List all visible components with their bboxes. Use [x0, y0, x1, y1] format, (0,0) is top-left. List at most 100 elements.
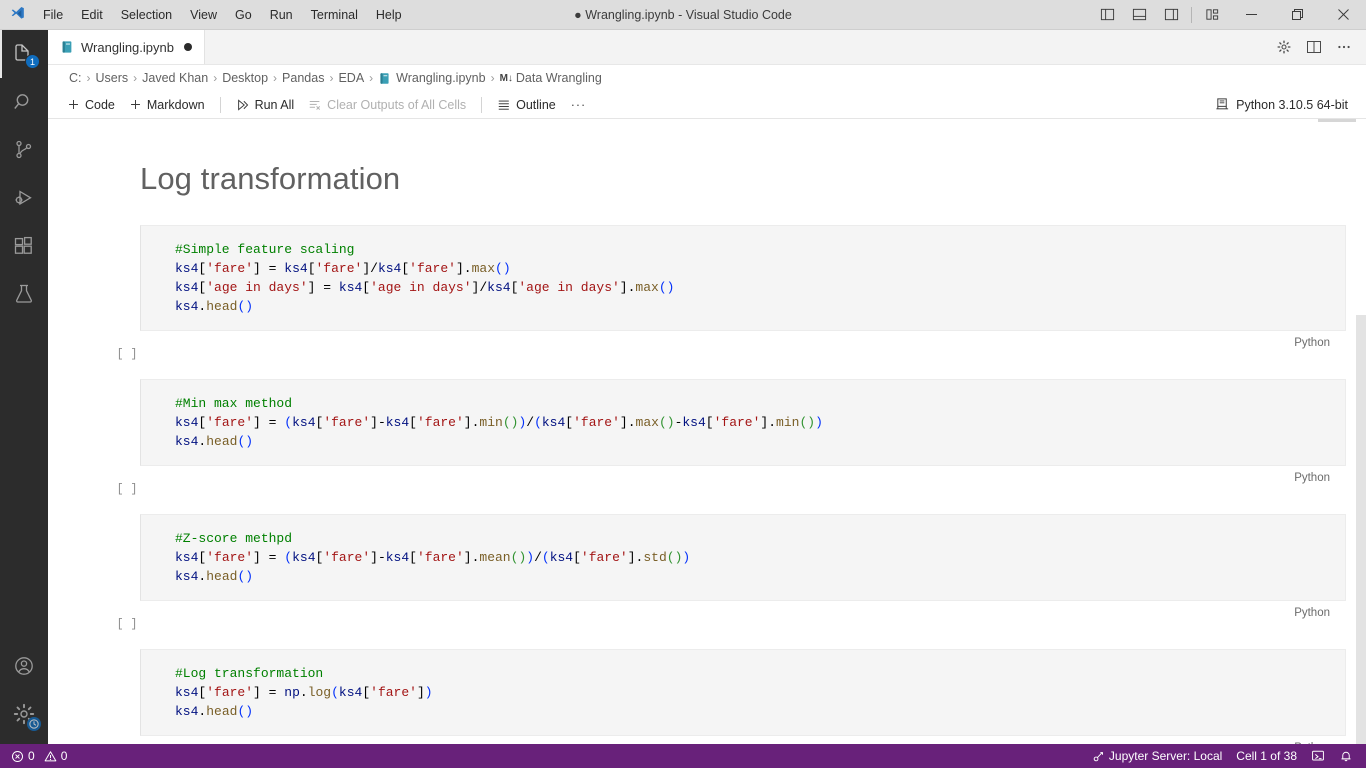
- breadcrumb-item-5[interactable]: EDA: [335, 71, 367, 85]
- error-icon: [11, 750, 24, 763]
- breadcrumb-item-1[interactable]: Users: [93, 71, 132, 85]
- toggle-primary-sidebar-icon[interactable]: [1091, 0, 1123, 30]
- vertical-scrollbar[interactable]: [1352, 119, 1366, 744]
- beaker-icon: [16, 284, 32, 303]
- add-markdown-cell-button[interactable]: Markdown: [122, 96, 212, 114]
- breadcrumb-item-2[interactable]: Javed Khan: [139, 71, 211, 85]
- cells-host: #Simple feature scaling ks4['fare'] = ks…: [108, 225, 1346, 744]
- menu-view[interactable]: View: [181, 0, 226, 30]
- sidebar-item-testing[interactable]: [0, 270, 48, 318]
- cell-source-code[interactable]: #Z-score methpd ks4['fare'] = (ks4['fare…: [141, 529, 1345, 586]
- notebook-settings-gear-icon[interactable]: [1270, 33, 1298, 61]
- page-title: Log transformation: [140, 161, 401, 196]
- run-all-label: Run All: [254, 97, 295, 112]
- warning-count: 0: [60, 749, 68, 763]
- breadcrumb-separator: ›: [273, 71, 278, 85]
- jupyter-server-label: Jupyter Server: Local: [1108, 749, 1223, 763]
- menu-go[interactable]: Go: [226, 0, 261, 30]
- run-all-button[interactable]: Run All: [229, 96, 302, 114]
- sidebar-item-explorer[interactable]: 1: [0, 30, 48, 78]
- code-cell-editor[interactable]: #Log transformation ks4['fare'] = np.log…: [140, 649, 1346, 736]
- sidebar-item-extensions[interactable]: [0, 222, 48, 270]
- cell-footer: Python: [140, 736, 1346, 744]
- breadcrumb-item-3[interactable]: Desktop: [219, 71, 271, 85]
- kernel-selector[interactable]: Python 3.10.5 64-bit: [1207, 95, 1360, 114]
- title-bar-actions: [1091, 0, 1366, 30]
- clear-outputs-button[interactable]: Clear Outputs of All Cells: [301, 96, 473, 114]
- cell-execution-count[interactable]: [ ]: [114, 348, 140, 361]
- toggle-panel-icon[interactable]: [1123, 0, 1155, 30]
- title-bar: File Edit Selection View Go Run Terminal…: [0, 0, 1366, 30]
- activity-bar: 1: [0, 30, 48, 744]
- cell-source-code[interactable]: #Min max method ks4['fare'] = (ks4['fare…: [141, 394, 1345, 451]
- manage-settings-button[interactable]: [0, 690, 48, 738]
- code-cell-editor[interactable]: #Min max method ks4['fare'] = (ks4['fare…: [140, 379, 1346, 466]
- cell-source-code[interactable]: #Simple feature scaling ks4['fare'] = ks…: [141, 240, 1345, 316]
- outline-button[interactable]: Outline: [490, 96, 563, 114]
- editor-tabs: Wrangling.ipynb: [48, 30, 1366, 65]
- notebook-canvas[interactable]: Log transformation #Simple feature scali…: [48, 119, 1366, 744]
- maximize-button[interactable]: [1274, 0, 1320, 30]
- sidebar-item-search[interactable]: [0, 78, 48, 126]
- toolbar-more-icon[interactable]: ···: [563, 96, 595, 114]
- extensions-icon: [14, 236, 32, 254]
- breadcrumb: C: › Users › Javed Khan › Desktop › Pand…: [48, 65, 1366, 91]
- breadcrumb-separator: ›: [329, 71, 334, 85]
- breadcrumb-item-0[interactable]: C:: [66, 71, 85, 85]
- notebook-cell[interactable]: #Min max method ks4['fare'] = (ks4['fare…: [108, 379, 1346, 496]
- cell-source-code[interactable]: #Log transformation ks4['fare'] = np.log…: [141, 664, 1345, 721]
- add-markdown-cell-label: Markdown: [146, 97, 205, 112]
- clock-badge-icon: [27, 717, 41, 731]
- notebook-cell[interactable]: #Log transformation ks4['fare'] = np.log…: [108, 649, 1346, 744]
- breadcrumb-item-7[interactable]: M↓ Data Wrangling: [497, 71, 605, 85]
- add-code-cell-button[interactable]: Code: [60, 96, 122, 114]
- cell-position-status[interactable]: Cell 1 of 38: [1229, 744, 1304, 768]
- cell-execution-count[interactable]: [ ]: [114, 483, 140, 496]
- cell-language-label[interactable]: Python: [1292, 337, 1332, 349]
- sidebar-item-source-control[interactable]: [0, 126, 48, 174]
- notifications-bell-icon[interactable]: [1332, 744, 1360, 768]
- breadcrumb-item-4[interactable]: Pandas: [279, 71, 327, 85]
- accounts-button[interactable]: [0, 642, 48, 690]
- code-cell-editor[interactable]: #Simple feature scaling ks4['fare'] = ks…: [140, 225, 1346, 331]
- vscode-window: File Edit Selection View Go Run Terminal…: [0, 0, 1366, 768]
- menu-help[interactable]: Help: [367, 0, 411, 30]
- menu-file[interactable]: File: [34, 0, 72, 30]
- cell-language-label[interactable]: Python: [1292, 607, 1332, 619]
- cell-language-label[interactable]: Python: [1292, 742, 1332, 744]
- close-button[interactable]: [1320, 0, 1366, 30]
- menu-edit[interactable]: Edit: [72, 0, 112, 30]
- breadcrumb-item-7-label: Data Wrangling: [515, 71, 602, 85]
- breadcrumb-item-6[interactable]: Wrangling.ipynb: [375, 71, 488, 85]
- markdown-icon: M↓: [499, 72, 513, 84]
- customize-layout-icon[interactable]: [1196, 0, 1228, 30]
- remote-icon: [1092, 750, 1105, 763]
- minimize-button[interactable]: [1228, 0, 1274, 30]
- breadcrumb-separator: ›: [369, 71, 374, 85]
- cell-execution-count[interactable]: [ ]: [114, 618, 140, 631]
- code-cell-editor[interactable]: #Z-score methpd ks4['fare'] = (ks4['fare…: [140, 514, 1346, 601]
- warning-icon: [44, 750, 57, 763]
- menu-terminal[interactable]: Terminal: [302, 0, 367, 30]
- jupyter-server-status[interactable]: Jupyter Server: Local: [1085, 744, 1229, 768]
- menu-selection[interactable]: Selection: [112, 0, 181, 30]
- menu-run[interactable]: Run: [261, 0, 302, 30]
- toggle-secondary-sidebar-icon[interactable]: [1155, 0, 1187, 30]
- clear-outputs-icon: [308, 98, 322, 112]
- sidebar-item-run-and-debug[interactable]: [0, 174, 48, 222]
- scrollbar-thumb[interactable]: [1356, 315, 1366, 744]
- problems-status[interactable]: 0 0: [4, 744, 74, 768]
- notebook-cell[interactable]: #Z-score methpd ks4['fare'] = (ks4['fare…: [108, 514, 1346, 631]
- open-interactive-window-icon[interactable]: [1304, 744, 1332, 768]
- tab-wrangling-ipynb[interactable]: Wrangling.ipynb: [48, 30, 205, 64]
- notebook-cell[interactable]: #Simple feature scaling ks4['fare'] = ks…: [108, 225, 1346, 361]
- clear-outputs-label: Clear Outputs of All Cells: [327, 97, 467, 112]
- outline-icon: [497, 98, 511, 112]
- split-editor-icon[interactable]: [1300, 33, 1328, 61]
- tab-dirty-indicator[interactable]: [183, 43, 192, 51]
- more-actions-ellipsis-icon[interactable]: [1330, 33, 1358, 61]
- toolbar-divider: [481, 96, 483, 113]
- cell-language-label[interactable]: Python: [1292, 472, 1332, 484]
- search-icon: [14, 94, 29, 109]
- breadcrumb-separator: ›: [133, 71, 138, 85]
